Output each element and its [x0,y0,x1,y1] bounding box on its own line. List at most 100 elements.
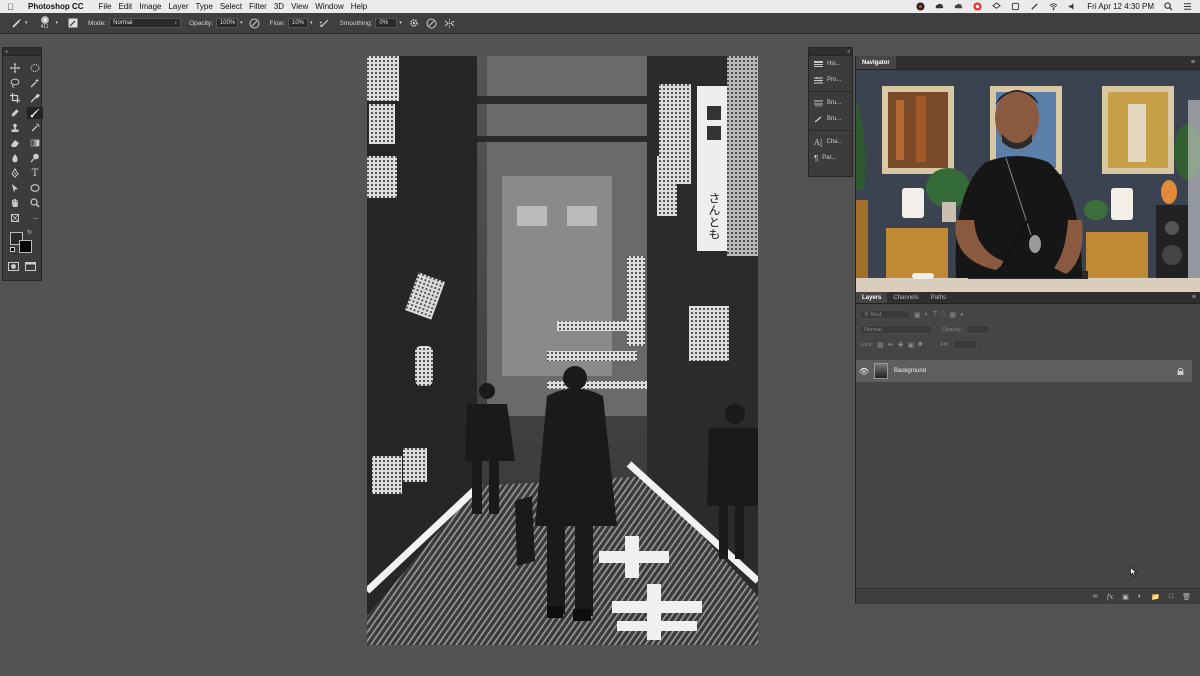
pressure-size-icon[interactable] [426,17,438,29]
menu-window[interactable]: Window [315,2,350,11]
menu-select[interactable]: Select [220,2,249,11]
apple-menu-icon[interactable]:  [0,2,28,12]
lock-transparent-icon[interactable]: ▦ [877,341,884,349]
healing-tool-icon[interactable] [7,107,23,119]
chevron-down-icon[interactable]: ▾ [56,20,59,26]
dock-item-character[interactable]: A| Cha... [809,134,852,150]
layer-style-icon[interactable]: fx [1107,593,1114,601]
spotlight-search-icon[interactable] [1164,2,1173,11]
add-mask-icon[interactable]: ▣ [1122,593,1129,601]
navigator-preview[interactable] [856,70,1200,292]
chevron-down-icon[interactable]: ▾ [240,20,243,26]
symmetry-icon[interactable] [444,17,456,29]
hand-tool-icon[interactable] [7,197,23,209]
filter-shape-icon[interactable]: □ [941,311,945,318]
more-tools-icon[interactable]: ··· [27,212,43,224]
menu-file[interactable]: File [99,2,119,11]
layer-row-background[interactable]: 👁 Background [856,360,1192,382]
trash-icon[interactable]: 🗑 [1182,593,1191,601]
menu-layer[interactable]: Layer [168,2,195,11]
chevron-down-icon[interactable]: ▾ [25,20,28,26]
opacity-input[interactable]: 100% [215,18,238,28]
clone-stamp-tool-icon[interactable] [7,122,23,134]
gear-icon[interactable] [408,17,420,29]
airbrush-icon[interactable] [319,17,331,29]
history-brush-tool-icon[interactable] [27,122,43,134]
eraser-tool-icon[interactable] [7,137,23,149]
panel-menu-icon[interactable]: ≡ [1191,59,1195,66]
pen-tablet-icon[interactable] [1030,2,1039,11]
cloud-icon[interactable] [935,2,944,11]
filter-adjustment-icon[interactable]: ◐ [925,311,929,318]
lock-artboard-icon[interactable]: ▣ [908,341,915,349]
dock-item-paragraph[interactable]: ¶ Par... [809,150,852,166]
blend-mode-select[interactable]: Normal [860,325,932,334]
menu-type[interactable]: Type [195,2,219,11]
tab-paths[interactable]: Paths [925,292,952,303]
dropbox-icon[interactable] [992,2,1002,11]
lock-pixels-icon[interactable]: ✒ [888,341,894,349]
type-tool-icon[interactable]: T [27,167,43,179]
visibility-eye-icon[interactable]: 👁 [856,367,872,376]
pen-tool-icon[interactable] [7,167,23,179]
default-colors-icon[interactable] [10,247,15,252]
layer-name[interactable]: Background [894,368,926,374]
new-layer-icon[interactable]: □ [1169,593,1173,600]
chevron-down-icon[interactable]: ▾ [399,20,402,26]
quick-mask-icon[interactable] [8,262,19,271]
filter-type-icon[interactable]: T [933,311,937,318]
collapse-icon[interactable]: » [5,48,8,56]
dock-item-brush-settings[interactable]: Bru... [809,95,852,111]
smoothing-input[interactable]: 0% [375,18,398,28]
new-group-icon[interactable]: 📁 [1151,593,1160,601]
lock-position-icon[interactable]: ✚ [898,341,904,349]
screen-mode-icon[interactable] [25,262,36,271]
flow-input[interactable]: 10% [288,18,308,28]
dock-item-brushes[interactable]: Bru... [809,111,852,127]
layer-opacity-input[interactable] [966,325,991,334]
zoom-tool-icon[interactable] [27,197,43,209]
dock-item-properties[interactable]: Pro... [809,72,852,88]
brush-size-picker[interactable]: 411 [34,13,56,33]
blur-tool-icon[interactable] [7,152,23,164]
eyedropper-tool-icon[interactable] [27,92,43,104]
cloud-sync-icon[interactable] [954,2,963,11]
menu-3d[interactable]: 3D [274,2,291,11]
link-layers-icon[interactable]: ∞ [1093,593,1098,600]
crop-tool-icon[interactable] [7,92,23,104]
tab-layers[interactable]: Layers [856,292,888,303]
gradient-tool-icon[interactable] [27,137,43,149]
status-app-icon[interactable] [916,2,925,11]
swap-colors-icon[interactable]: ↻ [27,229,32,236]
pressure-opacity-icon[interactable] [248,17,260,29]
tools-panel-grip[interactable]: » [3,48,41,56]
creative-cloud-icon[interactable] [973,2,982,11]
ellipse-tool-icon[interactable] [27,182,43,194]
filter-pixel-icon[interactable]: ▣ [914,311,921,319]
mode-select[interactable]: Normal ↕ [109,18,182,28]
volume-icon[interactable] [1068,2,1077,11]
tab-channels[interactable]: Channels [887,292,924,303]
marquee-tool-icon[interactable] [27,62,43,74]
dock-grip[interactable]: « [809,48,852,56]
layer-filter-select[interactable]: ⚲ Kind [860,310,910,319]
wifi-icon[interactable] [1049,2,1058,11]
app-menu[interactable]: Photoshop CC [28,2,91,11]
brush-panel-toggle-icon[interactable] [67,17,79,29]
control-center-icon[interactable] [1183,2,1192,11]
panel-menu-icon[interactable]: ≡ [1192,294,1196,301]
chevron-down-icon[interactable]: ▾ [310,20,313,26]
collapse-icon[interactable]: « [847,48,850,56]
menu-edit[interactable]: Edit [118,2,139,11]
path-selection-tool-icon[interactable] [7,182,23,194]
dodge-tool-icon[interactable] [27,152,43,164]
fill-input[interactable] [952,340,977,349]
menu-help[interactable]: Help [351,2,374,11]
tab-navigator[interactable]: Navigator [856,56,896,69]
filter-smart-object-icon[interactable]: ▦ [949,311,956,319]
filter-toggle-icon[interactable]: ● [960,312,964,318]
background-color-swatch[interactable] [19,240,32,253]
menu-view[interactable]: View [291,2,315,11]
menu-image[interactable]: Image [139,2,168,11]
adjustment-layer-icon[interactable]: ◐ [1138,593,1142,600]
